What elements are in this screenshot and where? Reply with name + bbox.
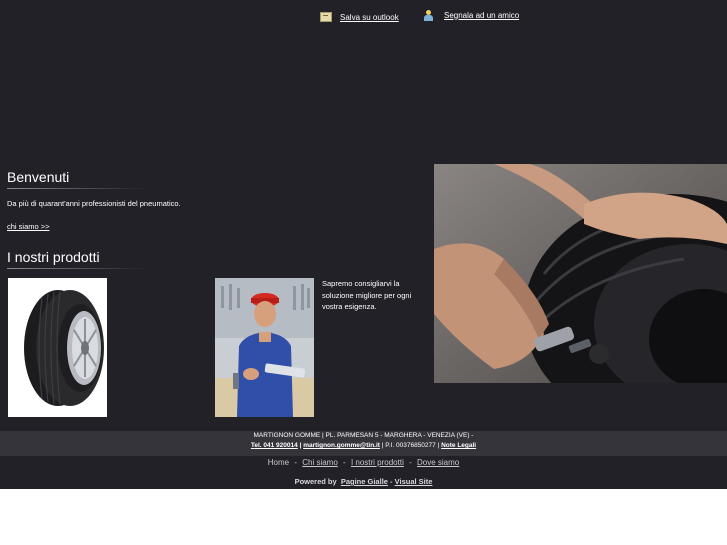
legal-notes-link[interactable]: Note Legali [441, 442, 476, 449]
powered-dash: - [390, 477, 393, 486]
welcome-heading: Benvenuti [7, 169, 70, 185]
tell-friend-link[interactable]: Segnala ad un amico [424, 10, 520, 21]
welcome-divider [7, 188, 147, 189]
person-icon [424, 10, 436, 21]
footer-address: MARTIGNON GOMME | PL. PARMESAN 5 - MARGH… [253, 432, 474, 439]
pagine-gialle-link[interactable]: Pagine Gialle [341, 477, 388, 486]
save-outlook-link[interactable]: Salva su outlook [320, 12, 399, 22]
email-link[interactable]: martignon.gomme@tin.it [303, 442, 380, 449]
page-body: Salva su outlook Segnala ad un amico Ben… [0, 0, 727, 489]
phone-link[interactable]: Tel. 041 920014 [251, 442, 298, 449]
outlook-card-icon [320, 12, 332, 22]
tire-image[interactable] [8, 278, 107, 417]
powered-by: Powered by Pagine Gialle - Visual Site [0, 477, 727, 486]
nav-prodotti[interactable]: I nostri prodotti [351, 458, 404, 467]
intro-text: Da più di quarant'anni professionisti de… [7, 199, 181, 208]
footer-separator: | [299, 442, 302, 449]
save-outlook-label: Salva su outlook [340, 12, 399, 22]
nav-chi-siamo[interactable]: Chi siamo [302, 458, 338, 467]
powered-prefix: Powered by [294, 477, 337, 486]
advice-text: Sapremo consigliarvi la soluzione miglio… [322, 279, 412, 311]
tell-friend-label: Segnala ad un amico [444, 10, 520, 20]
about-us-link[interactable]: chi siamo >> [7, 222, 50, 231]
footer-nav: Home - Chi siamo - I nostri prodotti - D… [267, 458, 460, 467]
products-heading: I nostri prodotti [7, 249, 100, 265]
visual-site-link[interactable]: Visual Site [395, 477, 433, 486]
nav-dove-siamo[interactable]: Dove siamo [417, 458, 459, 467]
footer-contacts: Tel. 041 920014 | martignon.gomme@tin.it… [0, 442, 727, 449]
vat-number: | P.I. 00376850277 | [381, 442, 440, 449]
nav-home[interactable]: Home [268, 458, 289, 467]
mechanic-image[interactable] [215, 278, 314, 417]
tire-pressure-gauge-photo [434, 164, 727, 383]
products-divider [7, 268, 147, 269]
